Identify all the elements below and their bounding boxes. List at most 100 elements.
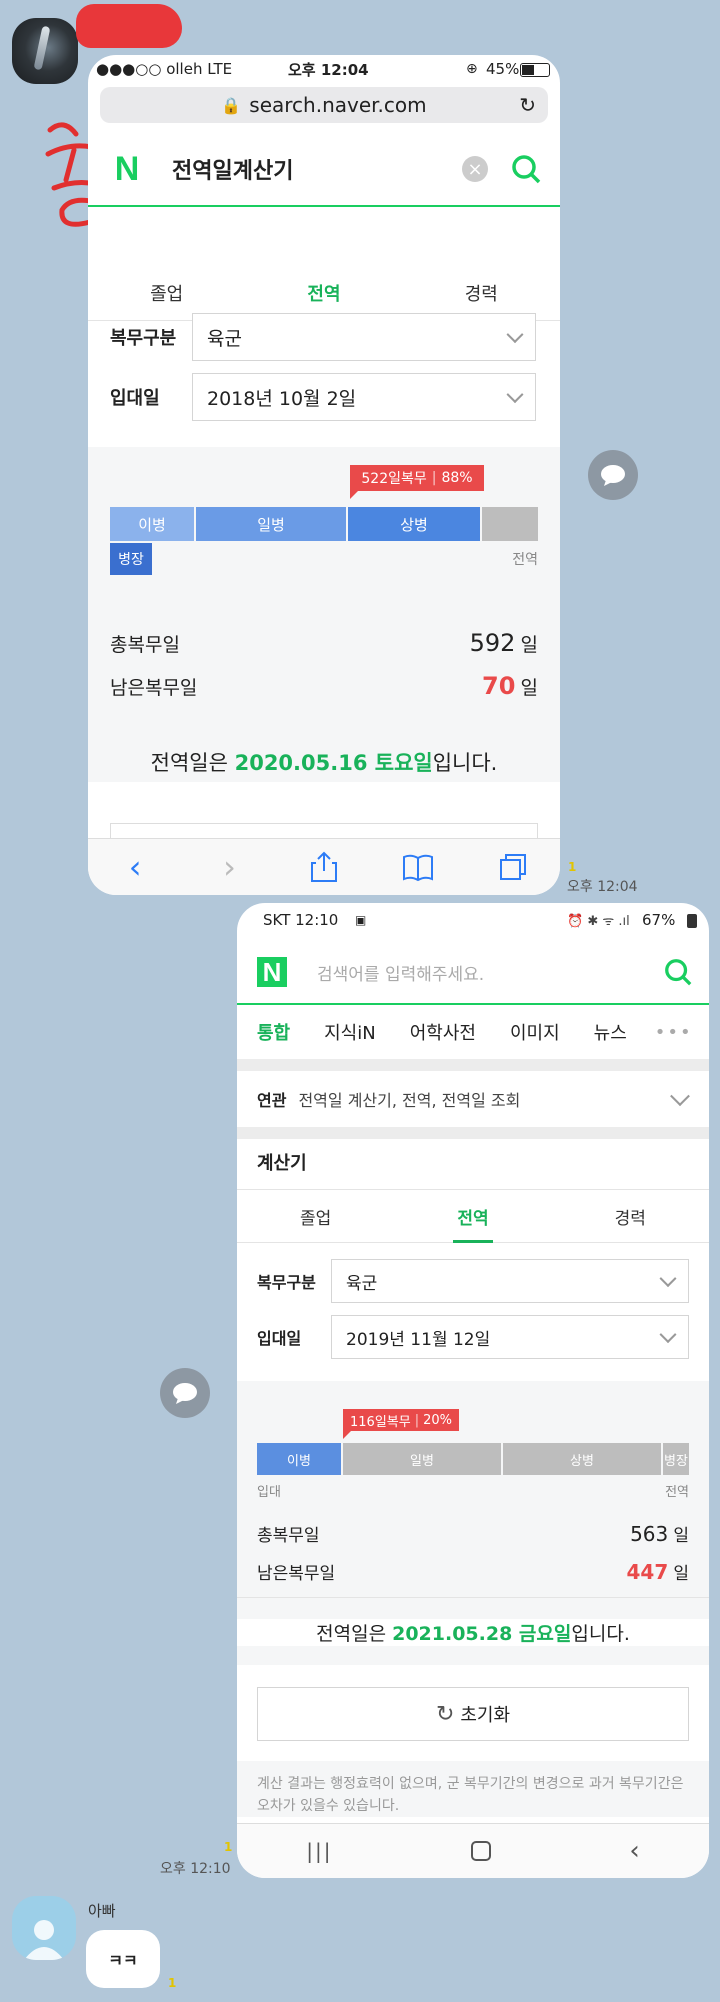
calculator-tabs: 졸업 전역 경력 bbox=[237, 1190, 709, 1243]
branch-label: 복무구분 bbox=[257, 1273, 316, 1292]
back-icon[interactable]: ‹ bbox=[629, 1836, 639, 1866]
disclaimer-text: 계산 결과는 행정효력이 없으며, 군 복무기간의 변경으로 과거 복무기간은 … bbox=[237, 1761, 709, 1817]
result-date: 2021.05.28 금요일 bbox=[392, 1623, 572, 1645]
day-unit: 일 bbox=[673, 1526, 689, 1546]
remaining-segment bbox=[482, 507, 538, 541]
status-time: 오후 12:04 bbox=[288, 60, 369, 79]
start-label: 입대 bbox=[257, 1485, 281, 1500]
day-unit: 일 bbox=[673, 1564, 689, 1584]
unread-count: 1 bbox=[224, 1840, 233, 1854]
branch-row: 복무구분 육군 bbox=[257, 1259, 689, 1303]
badge-days: 116일복무 bbox=[350, 1414, 411, 1430]
branch-select[interactable]: 육군 bbox=[192, 313, 536, 361]
enlist-date-select[interactable]: 2018년 10월 2일 bbox=[192, 373, 536, 421]
search-input[interactable]: 검색어를 입력해주세요. bbox=[317, 960, 484, 985]
related-searches[interactable]: 연관 전역일 계산기, 전역, 전역일 조회 bbox=[237, 1071, 709, 1127]
nav-images[interactable]: 이미지 bbox=[510, 1019, 560, 1045]
divider bbox=[237, 1127, 709, 1139]
progress-bar: 이병 일병 상병 병장 bbox=[257, 1443, 689, 1475]
end-label: 전역 bbox=[665, 1485, 689, 1500]
message-time: 오후 12:04 bbox=[567, 879, 638, 895]
tab-discharge[interactable]: 전역 bbox=[245, 266, 402, 321]
branch-select[interactable]: 육군 bbox=[331, 1259, 689, 1303]
search-icon[interactable] bbox=[510, 153, 542, 185]
rank-segment: 상병 bbox=[348, 507, 480, 541]
share-bubble-icon[interactable] bbox=[160, 1368, 210, 1418]
recent-apps-icon[interactable]: ||| bbox=[306, 1839, 332, 1863]
safari-toolbar: ‹ › bbox=[88, 838, 560, 895]
discharge-result: 전역일은 2021.05.28 금요일입니다. bbox=[237, 1619, 709, 1646]
redacted-name-mark bbox=[76, 4, 182, 48]
forward-icon[interactable]: › bbox=[212, 848, 248, 886]
search-query[interactable]: 전역일계산기 bbox=[172, 153, 293, 185]
unread-count: 1 bbox=[568, 860, 577, 874]
divider bbox=[237, 1059, 709, 1071]
nav-dictionary[interactable]: 어학사전 bbox=[410, 1019, 476, 1045]
lock-icon: 🔒 bbox=[221, 95, 242, 115]
system-status-icons: ⏰ ✱ ᯤ .ıl bbox=[567, 914, 630, 929]
remaining-value: 70 bbox=[482, 672, 516, 700]
tab-career[interactable]: 경력 bbox=[552, 1190, 709, 1242]
share-bubble-icon[interactable] bbox=[588, 450, 638, 500]
result-prefix: 전역일은 bbox=[150, 751, 235, 775]
day-unit: 일 bbox=[520, 677, 538, 699]
reload-icon[interactable]: ↻ bbox=[519, 93, 536, 117]
tab-career[interactable]: 경력 bbox=[403, 266, 560, 320]
home-icon[interactable] bbox=[470, 1841, 491, 1861]
calculator-title: 계산기 bbox=[257, 1153, 307, 1174]
back-icon[interactable]: ‹ bbox=[117, 848, 153, 886]
service-badge: 116일복무 | 20% bbox=[343, 1409, 459, 1439]
battery-icon bbox=[687, 914, 697, 928]
naver-logo-icon[interactable]: N bbox=[110, 150, 144, 188]
chevron-down-icon bbox=[659, 1326, 677, 1344]
screenshot-card-1[interactable]: ●●●○○ olleh LTE 오후 12:04 ⊕ 45% 🔒 search.… bbox=[88, 55, 560, 895]
end-label: 전역 bbox=[512, 552, 538, 568]
carrier-text: ●●●○○ olleh LTE bbox=[96, 60, 233, 78]
enlist-row: 입대일 2018년 10월 2일 bbox=[110, 373, 536, 421]
tabs-icon[interactable] bbox=[495, 849, 531, 885]
result-prefix: 전역일은 bbox=[316, 1623, 393, 1645]
total-label: 총복무일 bbox=[257, 1526, 320, 1546]
url-bar[interactable]: 🔒 search.naver.com ↻ bbox=[100, 87, 548, 123]
bookmarks-icon[interactable] bbox=[400, 849, 436, 885]
nav-integrated[interactable]: 통합 bbox=[257, 1019, 290, 1045]
screenshot-card-2[interactable]: SKT 12:10 ▣ ⏰ ✱ ᯤ .ıl 67% N 검색어를 입력해주세요.… bbox=[237, 903, 709, 1878]
more-icon[interactable]: ••• bbox=[655, 1022, 693, 1043]
chevron-down-icon[interactable] bbox=[670, 1086, 690, 1107]
status-bar: SKT 12:10 ▣ ⏰ ✱ ᯤ .ıl 67% bbox=[237, 903, 709, 937]
share-icon[interactable] bbox=[306, 849, 342, 885]
naver-logo-icon[interactable]: N bbox=[257, 957, 287, 987]
enlist-value: 2018년 10월 2일 bbox=[207, 387, 357, 410]
nav-kin[interactable]: 지식iN bbox=[324, 1019, 376, 1045]
reply-bubble[interactable]: ㅋㅋ bbox=[86, 1930, 160, 1988]
gallery-icon: ▣ bbox=[355, 913, 367, 927]
badge-percent: 20% bbox=[423, 1412, 452, 1428]
enlist-date-select[interactable]: 2019년 11월 12일 bbox=[331, 1315, 689, 1359]
sender-avatar[interactable] bbox=[12, 18, 78, 84]
nav-news[interactable]: 뉴스 bbox=[594, 1019, 627, 1045]
branch-row: 복무구분 육군 bbox=[110, 313, 536, 361]
reply-text: ㅋㅋ bbox=[108, 1951, 138, 1970]
enlist-label: 입대일 bbox=[257, 1329, 302, 1348]
url-text: search.naver.com bbox=[249, 93, 427, 117]
default-avatar[interactable] bbox=[12, 1896, 76, 1960]
status-bar: ●●●○○ olleh LTE 오후 12:04 ⊕ 45% bbox=[88, 55, 560, 83]
rank-segment: 일병 bbox=[196, 507, 346, 541]
search-icon[interactable] bbox=[663, 957, 693, 987]
clear-icon[interactable]: × bbox=[462, 156, 488, 182]
rank-segment: 병장 bbox=[663, 1443, 689, 1475]
day-unit: 일 bbox=[520, 634, 538, 656]
total-days-row: 총복무일 592 일 bbox=[110, 629, 538, 657]
current-rank-tag: 병장 bbox=[110, 543, 152, 575]
tab-graduation[interactable]: 졸업 bbox=[237, 1190, 394, 1242]
tab-graduation[interactable]: 졸업 bbox=[88, 266, 245, 320]
total-days-row: 총복무일 563 일 bbox=[257, 1521, 689, 1546]
rank-segment: 상병 bbox=[503, 1443, 661, 1475]
reset-button[interactable]: ↻ 초기화 bbox=[257, 1687, 689, 1741]
naver-search-header: N 전역일계산기 × bbox=[88, 133, 560, 207]
tab-discharge[interactable]: 전역 bbox=[394, 1190, 551, 1243]
chevron-down-icon bbox=[506, 386, 524, 404]
related-text: 전역일 계산기, 전역, 전역일 조회 bbox=[298, 1091, 521, 1110]
enlist-row: 입대일 2019년 11월 12일 bbox=[257, 1315, 689, 1359]
battery-percent: 45% bbox=[486, 60, 520, 78]
